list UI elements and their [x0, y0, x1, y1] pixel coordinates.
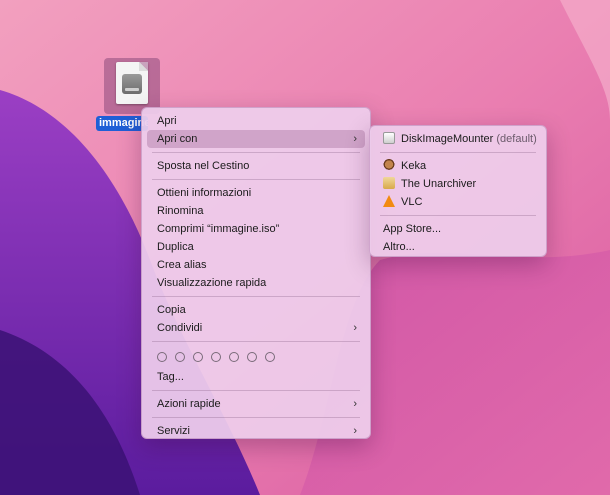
- menu-item-open-with[interactable]: Apri con ›: [147, 130, 365, 148]
- keka-icon: [383, 159, 395, 171]
- menu-item-share[interactable]: Condividi ›: [147, 319, 365, 337]
- submenu-item-other[interactable]: Altro...: [375, 238, 541, 256]
- chevron-right-icon: ›: [353, 322, 357, 334]
- submenu-item-keka[interactable]: Keka: [375, 157, 541, 175]
- submenu-item-the-unarchiver[interactable]: The Unarchiver: [375, 175, 541, 193]
- chevron-right-icon: ›: [353, 398, 357, 410]
- menu-separator: [152, 296, 360, 297]
- app-label: The Unarchiver: [401, 178, 477, 190]
- menu-separator: [152, 179, 360, 180]
- open-with-submenu: DiskImageMounter (default) Keka The Unar…: [369, 125, 547, 257]
- tag-circle-2[interactable]: [175, 352, 185, 362]
- disk-image-mounter-icon: [383, 132, 395, 144]
- menu-separator: [152, 152, 360, 153]
- menu-item-get-info[interactable]: Ottieni informazioni: [147, 184, 365, 202]
- app-label: VLC: [401, 196, 423, 208]
- menu-separator: [380, 152, 536, 153]
- desktop-file-icon[interactable]: [104, 58, 160, 114]
- menu-separator: [152, 390, 360, 391]
- tag-circle-1[interactable]: [157, 352, 167, 362]
- app-label: Keka: [401, 160, 427, 172]
- menu-item-rename[interactable]: Rinomina: [147, 202, 365, 220]
- menu-item-open-with-label: Apri con: [157, 133, 198, 145]
- submenu-item-vlc[interactable]: VLC: [375, 193, 541, 211]
- vlc-icon: [383, 195, 395, 207]
- tag-circle-3[interactable]: [193, 352, 203, 362]
- menu-item-make-alias[interactable]: Crea alias: [147, 256, 365, 274]
- disk-image-icon: [116, 62, 148, 104]
- chevron-right-icon: ›: [353, 425, 357, 437]
- tag-circle-6[interactable]: [247, 352, 257, 362]
- context-menu: Apri Apri con › Sposta nel Cestino Ottie…: [141, 107, 371, 439]
- menu-item-services[interactable]: Servizi ›: [147, 422, 365, 440]
- menu-separator: [152, 341, 360, 342]
- menu-item-open[interactable]: Apri: [147, 112, 365, 130]
- menu-item-share-label: Condividi: [157, 322, 203, 334]
- unarchiver-icon: [383, 177, 395, 189]
- menu-item-quick-actions-label: Azioni rapide: [157, 398, 221, 410]
- menu-item-move-to-trash[interactable]: Sposta nel Cestino: [147, 157, 365, 175]
- submenu-item-app-store[interactable]: App Store...: [375, 220, 541, 238]
- tag-circle-5[interactable]: [229, 352, 239, 362]
- menu-item-quick-actions[interactable]: Azioni rapide ›: [147, 395, 365, 413]
- tag-circle-7[interactable]: [265, 352, 275, 362]
- drive-icon: [122, 74, 142, 94]
- menu-item-quick-look[interactable]: Visualizzazione rapida: [147, 274, 365, 292]
- tag-circle-4[interactable]: [211, 352, 221, 362]
- submenu-item-diskimagemounter[interactable]: DiskImageMounter (default): [375, 130, 541, 148]
- menu-separator: [152, 417, 360, 418]
- tag-color-row: [147, 346, 365, 368]
- menu-separator: [380, 215, 536, 216]
- menu-item-services-label: Servizi: [157, 425, 191, 437]
- default-suffix: (default): [496, 133, 537, 145]
- menu-item-duplicate[interactable]: Duplica: [147, 238, 365, 256]
- menu-item-compress[interactable]: Comprimi “immagine.iso”: [147, 220, 365, 238]
- app-label: DiskImageMounter: [401, 133, 494, 145]
- menu-item-tags[interactable]: Tag...: [147, 368, 365, 386]
- chevron-right-icon: ›: [353, 133, 357, 145]
- menu-item-copy[interactable]: Copia: [147, 301, 365, 319]
